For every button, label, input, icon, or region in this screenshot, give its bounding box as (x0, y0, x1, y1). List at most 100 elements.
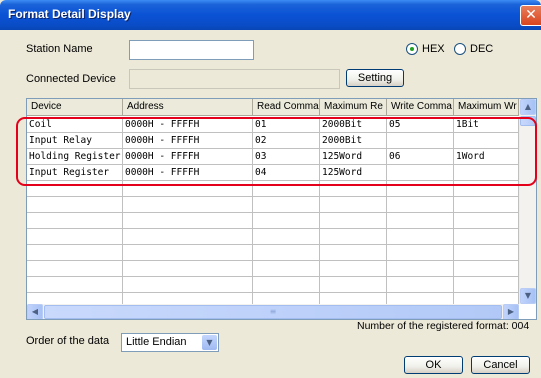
table-cell[interactable]: 125Word (320, 165, 387, 180)
table-cell[interactable] (454, 181, 519, 196)
table-cell[interactable] (320, 277, 387, 292)
table-cell[interactable]: 125Word (320, 149, 387, 164)
format-table[interactable]: Device Address Read Comma Maximum Re Wri… (26, 98, 537, 320)
dec-radio[interactable] (454, 43, 466, 55)
table-cell[interactable] (253, 245, 320, 260)
table-cell[interactable] (454, 261, 519, 276)
station-name-input[interactable] (129, 40, 254, 60)
table-cell[interactable] (253, 261, 320, 276)
column-header-device[interactable]: Device (27, 99, 123, 116)
table-cell[interactable] (123, 229, 253, 244)
table-cell[interactable]: 0000H - FFFFH (123, 117, 253, 132)
scroll-down-button[interactable]: ▼ (520, 288, 536, 304)
table-cell[interactable] (387, 261, 454, 276)
table-cell[interactable]: 0000H - FFFFH (123, 149, 253, 164)
table-cell[interactable] (27, 197, 123, 212)
empty-table-row[interactable] (27, 181, 519, 197)
table-cell[interactable] (454, 133, 519, 148)
table-cell[interactable] (387, 133, 454, 148)
table-cell[interactable] (253, 181, 320, 196)
empty-table-row[interactable] (27, 245, 519, 261)
table-cell[interactable]: 05 (387, 117, 454, 132)
table-cell[interactable] (387, 229, 454, 244)
table-cell[interactable] (387, 197, 454, 212)
scroll-right-button[interactable]: ▶ (503, 304, 519, 319)
table-cell[interactable] (123, 181, 253, 196)
dropdown-arrow-icon[interactable]: ▼ (202, 335, 217, 350)
table-cell[interactable] (123, 245, 253, 260)
table-cell[interactable] (387, 213, 454, 228)
empty-table-row[interactable] (27, 229, 519, 245)
vertical-scroll-thumb[interactable] (520, 116, 536, 126)
table-cell[interactable] (387, 165, 454, 180)
table-cell[interactable] (27, 245, 123, 260)
ok-button[interactable]: OK (404, 356, 463, 374)
table-cell[interactable] (454, 213, 519, 228)
table-cell[interactable]: 02 (253, 133, 320, 148)
table-row[interactable]: Holding Register 0000H - FFFFH 03 125Word 06… (27, 149, 519, 165)
table-cell[interactable]: 0000H - FFFFH (123, 133, 253, 148)
empty-table-row[interactable] (27, 261, 519, 277)
scroll-up-button[interactable]: ▲ (520, 99, 536, 115)
close-button[interactable]: ✕ (520, 5, 541, 26)
column-header-max-write[interactable]: Maximum Wr (454, 99, 519, 116)
table-cell[interactable] (253, 277, 320, 292)
table-cell[interactable] (253, 229, 320, 244)
table-cell[interactable] (123, 277, 253, 292)
table-cell[interactable] (320, 197, 387, 212)
order-of-data-select[interactable]: Little Endian ▼ (121, 333, 219, 352)
horizontal-scrollbar[interactable]: ◀ ≡ ▶ (27, 304, 519, 319)
table-cell[interactable]: 2000Bit (320, 117, 387, 132)
empty-table-row[interactable] (27, 213, 519, 229)
table-cell[interactable] (320, 229, 387, 244)
table-cell[interactable] (454, 277, 519, 292)
table-cell[interactable] (123, 261, 253, 276)
empty-table-row[interactable] (27, 277, 519, 293)
table-cell[interactable] (27, 213, 123, 228)
table-cell[interactable] (454, 165, 519, 180)
table-cell[interactable] (454, 229, 519, 244)
table-row[interactable]: Input Relay 0000H - FFFFH 02 2000Bit (27, 133, 519, 149)
table-cell[interactable] (253, 213, 320, 228)
table-cell[interactable] (123, 197, 253, 212)
table-cell[interactable]: 1Word (454, 149, 519, 164)
table-cell[interactable]: 03 (253, 149, 320, 164)
table-row[interactable]: Input Register 0000H - FFFFH 04 125Word (27, 165, 519, 181)
table-cell[interactable] (320, 181, 387, 196)
table-row[interactable]: Coil 0000H - FFFFH 01 2000Bit 05 1Bit (27, 117, 519, 133)
table-cell[interactable] (27, 277, 123, 292)
table-cell[interactable] (320, 261, 387, 276)
table-cell[interactable] (27, 261, 123, 276)
column-header-read-command[interactable]: Read Comma (253, 99, 320, 116)
table-cell[interactable]: Holding Register (27, 149, 123, 164)
table-cell[interactable] (387, 277, 454, 292)
title-bar[interactable]: Format Detail Display ✕ (0, 0, 541, 30)
column-header-address[interactable]: Address (123, 99, 253, 116)
table-cell[interactable] (123, 213, 253, 228)
table-cell[interactable]: 01 (253, 117, 320, 132)
table-cell[interactable] (387, 245, 454, 260)
table-cell[interactable] (454, 245, 519, 260)
horizontal-scroll-thumb[interactable]: ≡ (44, 305, 502, 319)
table-cell[interactable] (253, 197, 320, 212)
hex-radio[interactable] (406, 43, 418, 55)
column-header-write-command[interactable]: Write Comma (387, 99, 454, 116)
table-cell[interactable]: 1Bit (454, 117, 519, 132)
table-cell[interactable] (320, 213, 387, 228)
table-cell[interactable] (27, 229, 123, 244)
table-cell[interactable] (27, 181, 123, 196)
column-header-max-read[interactable]: Maximum Re (320, 99, 387, 116)
table-cell[interactable]: Coil (27, 117, 123, 132)
table-cell[interactable]: Input Relay (27, 133, 123, 148)
scroll-left-button[interactable]: ◀ (27, 304, 43, 319)
table-cell[interactable]: Input Register (27, 165, 123, 180)
empty-table-row[interactable] (27, 197, 519, 213)
table-cell[interactable]: 04 (253, 165, 320, 180)
cancel-button[interactable]: Cancel (471, 356, 530, 374)
setting-button[interactable]: Setting (346, 69, 404, 87)
table-cell[interactable]: 2000Bit (320, 133, 387, 148)
vertical-scrollbar[interactable]: ▲ ▼ (519, 99, 536, 304)
table-cell[interactable]: 06 (387, 149, 454, 164)
table-cell[interactable] (320, 245, 387, 260)
table-cell[interactable] (387, 181, 454, 196)
